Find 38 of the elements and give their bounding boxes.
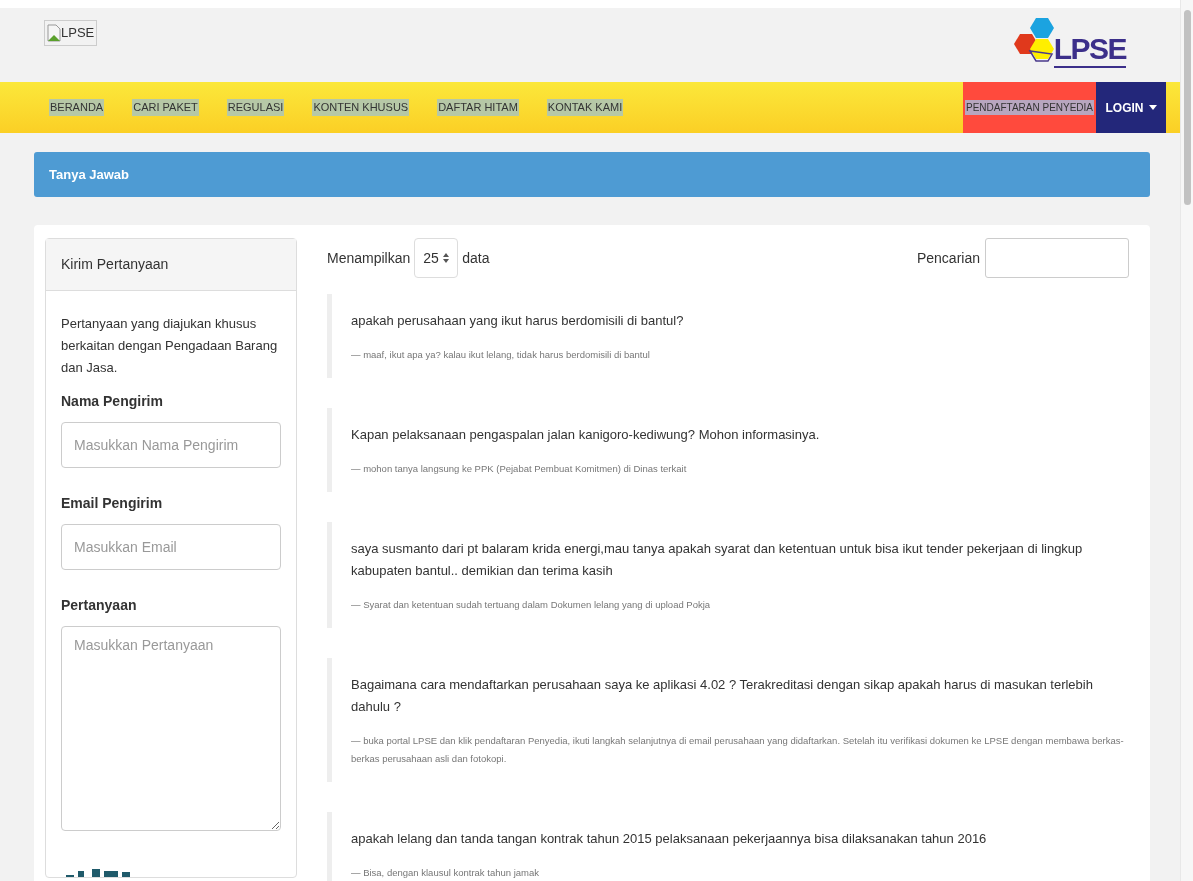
show-suffix: data <box>462 248 490 268</box>
nav-link[interactable]: DAFTAR HITAM <box>437 99 519 116</box>
nav-link[interactable]: KONTEN KHUSUS <box>312 99 410 116</box>
question-textarea[interactable]: Masukkan Pertanyaan <box>61 626 281 831</box>
broken-image-icon <box>47 24 61 42</box>
logo-alt-text: LPSE <box>61 24 95 43</box>
nav-link[interactable]: KONTAK KAMI <box>546 99 624 116</box>
field-label: Pertanyaan <box>61 596 138 615</box>
field-label: Nama Pengirim <box>61 392 164 411</box>
page-size-select[interactable]: 25 <box>414 238 459 278</box>
question-text: apakah perusahaan yang ikut harus berdomisili di bantul? <box>351 312 685 330</box>
question-text: saya susmanto dari pt balaram krida energi,mau tanya apakah syarat dan ketentuan untuk bisa ikut tender pekerjaan di lingkup kabupaten bantul.. demikian dan terima kasih <box>351 540 1084 580</box>
nav-link[interactable]: REGULASI <box>226 99 285 116</box>
lpse-logo: LPSE <box>1011 18 1126 82</box>
login-menu[interactable]: LOGIN <box>1096 82 1166 133</box>
spinner-icon <box>443 253 450 263</box>
caret-icon <box>1148 105 1157 110</box>
answer-text: — mohon tanya langsung ke PPK (Pejabat Pembuat Komitmen) di Dinas terkait <box>351 462 688 476</box>
scrollbar-thumb[interactable] <box>1183 10 1191 205</box>
answer-text: — Bisa, dengan klausul kontrak tahun jamak <box>351 866 540 880</box>
form-intro-text: Pertanyaan yang diajukan khusus berkaitan dengan Pengadaan Barang dan Jasa. <box>61 315 279 377</box>
nav-link[interactable]: CARI PAKET <box>132 99 199 116</box>
input-field[interactable]: Masukkan Email <box>61 524 281 570</box>
question-text: Kapan pelaksanaan pengaspalan jalan kanigoro-kediwung? Mohon informasinya. <box>351 426 821 444</box>
search-label: Pencarian <box>916 248 980 268</box>
input-field[interactable]: Masukkan Nama Pengirim <box>61 422 281 468</box>
page-title-bar: Tanya Jawab <box>34 152 1150 197</box>
answer-text: — maaf, ikut apa ya? kalau ikut lelang, tidak harus berdomisili di bantul <box>351 348 651 362</box>
field-label: Email Pengirim <box>61 494 164 513</box>
show-label: Menampilkan <box>327 248 411 268</box>
question-text: apakah lelang dan tanda tangan kontrak tahun 2015 pelaksanaan pekerjaannya bisa dilaksanakan tahun 2016 <box>351 830 988 848</box>
nav-link[interactable]: BERANDA <box>49 99 105 116</box>
search-field[interactable] <box>985 238 1129 278</box>
panel-header: Kirim Pertanyaan <box>46 239 296 291</box>
answer-text: — buka portal LPSE dan klik pendaftaran Penyedia, ikuti langkah selanjutnya di email perusahaan yang didaftarkan. Setelah itu verifikasi dokumen ke LPSE dengan membawa berkas-berkas perusahaan asli dan fotokopi. <box>351 734 1125 766</box>
question-text: Bagaimana cara mendaftarkan perusahaan saya ke aplikasi 4.02 ? Terakreditasi dengan sikap apakah harus di masukan terlebih dahulu ? <box>351 676 1094 716</box>
register-link[interactable]: PENDAFTARAN PENYEDIA <box>963 82 1096 133</box>
answer-text: — Syarat dan ketentuan sudah tertuang dalam Dokumen lelang yang di upload Pokja <box>351 598 712 612</box>
